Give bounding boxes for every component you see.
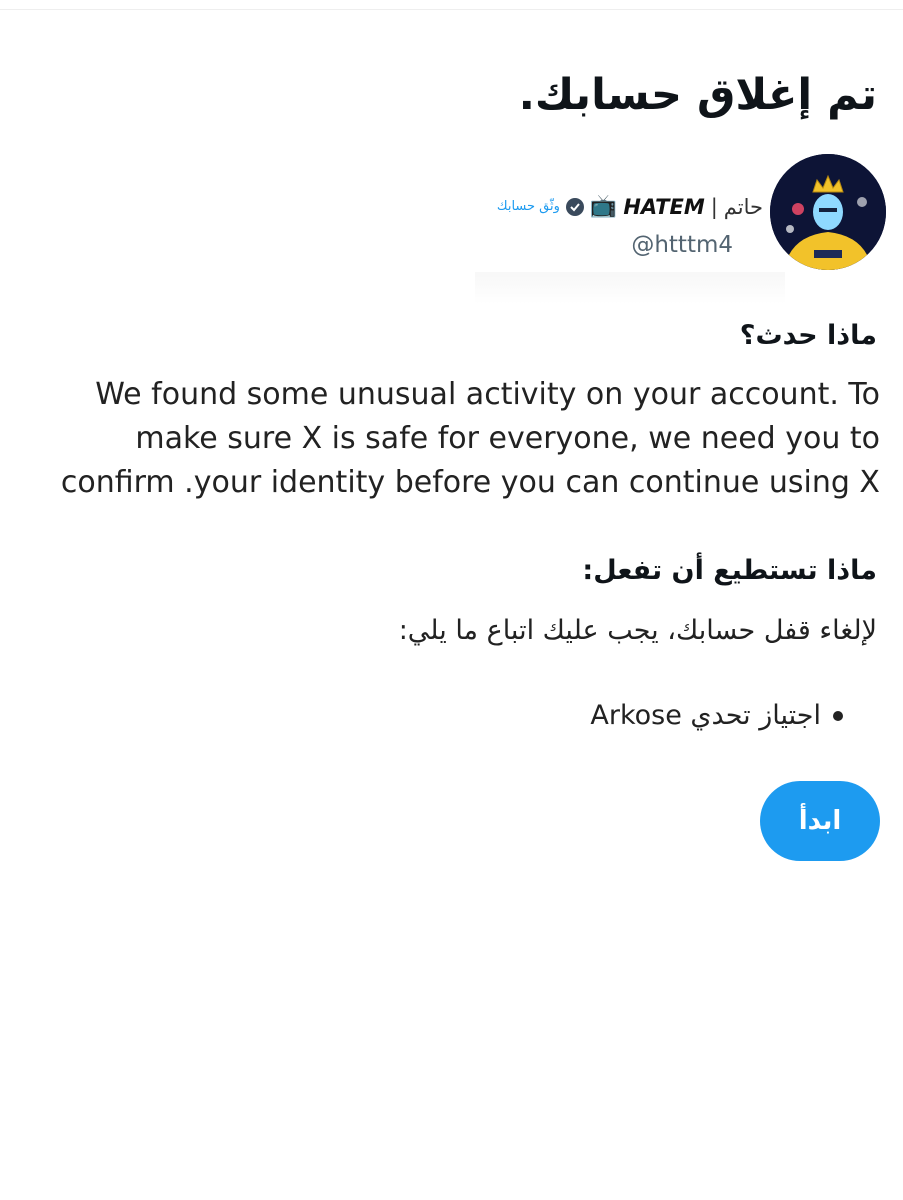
what-happened-heading: ماذا حدث؟ [739, 320, 877, 351]
profile-handle: @htttm4 [631, 232, 733, 258]
verify-account-link[interactable]: وثّق حسابك [497, 199, 560, 214]
profile-name-row: حاتم | HATEM 📺 وثّق حسابك [497, 194, 763, 219]
avatar[interactable] [770, 154, 886, 270]
what-happened-body: We found some unusual activity on your a… [60, 377, 880, 500]
tv-icon: 📺 [589, 194, 618, 219]
avatar-image [770, 154, 886, 270]
name-separator: | [710, 194, 718, 219]
verified-check-icon [565, 197, 584, 216]
page-title: تم إغلاق حسابك. [518, 70, 877, 120]
step-text: اجتياز تحدي Arkose [590, 700, 821, 731]
start-button[interactable]: ابدأ [760, 781, 880, 861]
what-to-do-heading: ماذا تستطيع أن تفعل: [582, 555, 877, 586]
unlock-instructions: لإلغاء قفل حسابك، يجب عليك اتباع ما يلي: [398, 615, 877, 646]
locked-account-page: تم إغلاق حسابك. حاتم | HATEM 📺 وثّق حساب… [0, 0, 903, 1200]
list-item: اجتياز تحدي Arkose [590, 700, 843, 731]
faded-placeholder [475, 272, 785, 304]
top-divider [0, 0, 903, 10]
bullet-icon [833, 710, 843, 721]
profile-name-arabic[interactable]: حاتم [724, 195, 763, 219]
profile-name-english[interactable]: HATEM [623, 195, 704, 219]
